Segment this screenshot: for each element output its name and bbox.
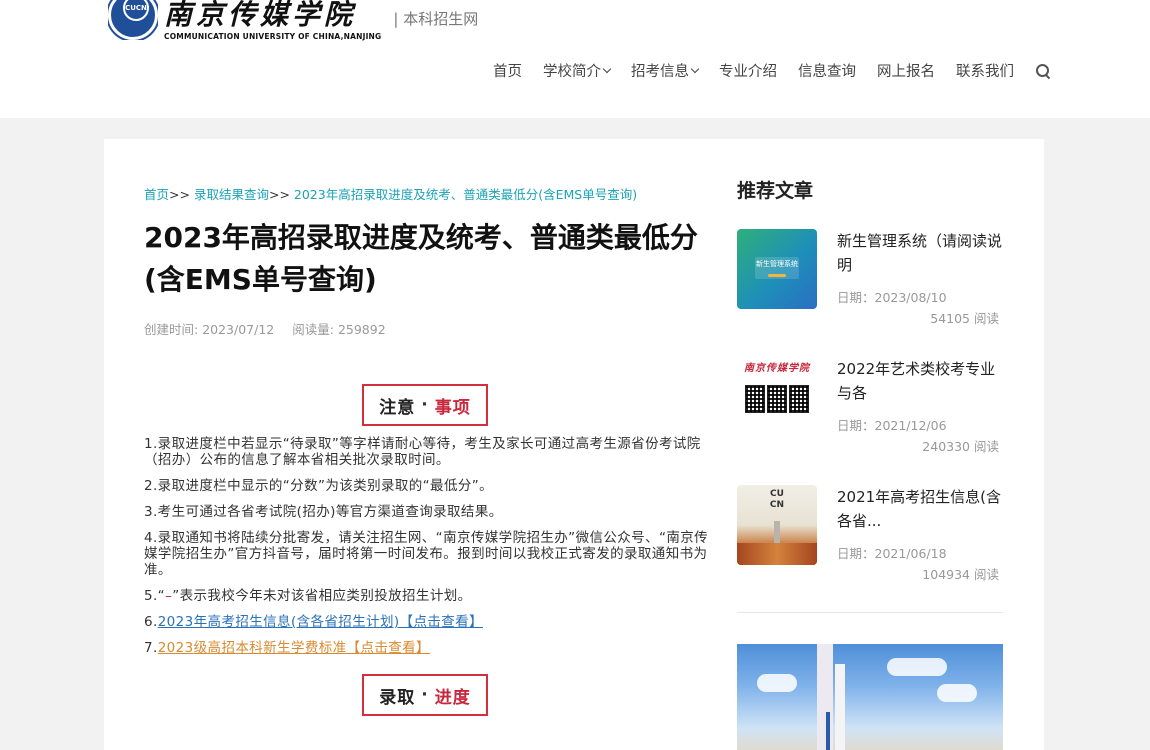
recommended-article[interactable]: CU CN 2021年高考招生信息(含各省... 日期：2021/06/18 1…: [737, 485, 1005, 582]
nav-item-about[interactable]: 学校简介: [543, 60, 612, 81]
breadcrumb: 首页>> 录取结果查询>> 2023年高招录取进度及统考、普通类最低分(含EMS…: [144, 187, 638, 202]
article-thumbnail[interactable]: 南京传媒学院: [737, 357, 817, 437]
page-title: 2023年高招录取进度及统考、普通类最低分(含EMS单号查询): [144, 221, 698, 296]
logo-english-name: COMMUNICATION UNIVERSITY OF CHINA,NANJIN…: [164, 32, 382, 41]
content-card: 首页>> 录取结果查询>> 2023年高招录取进度及统考、普通类最低分(含EMS…: [104, 139, 1044, 750]
notice-item: 3.考生可通过各省考试院(招办)等官方渠道查询录取结果。: [144, 504, 503, 520]
recommended-article-title[interactable]: 新生管理系统（请阅读说明: [837, 229, 1005, 277]
recommended-article[interactable]: 新生管理系统 新生管理系统（请阅读说明 日期：2023/08/10 54105 …: [737, 229, 1005, 326]
notice-item: 5.“–”表示我校今年未对该省相应类别投放招生计划。: [144, 588, 472, 604]
nav-item-home[interactable]: 首页: [493, 60, 522, 81]
nav-item-majors[interactable]: 专业介绍: [719, 60, 777, 81]
nav-item-contact[interactable]: 联系我们: [956, 60, 1014, 81]
notice-list: 1.录取进度栏中若显示“待录取”等字样请耐心等待，考生及家长可通过高考生源省份考…: [144, 436, 709, 666]
search-icon[interactable]: [1036, 63, 1050, 78]
recommended-article-title[interactable]: 2021年高考招生信息(含各省...: [837, 485, 1005, 533]
sidebar-divider: [737, 612, 1003, 613]
tuition-standard-link[interactable]: 2023级高招本科新生学费标准【点击查看】: [158, 640, 430, 656]
site-logo[interactable]: CUCN 南京传媒学院 COMMUNICATION UNIVERSITY OF …: [108, 0, 478, 41]
site-header: CUCN 南京传媒学院 COMMUNICATION UNIVERSITY OF …: [0, 0, 1150, 118]
recommended-article-date: 日期：2021/06/18: [837, 546, 947, 561]
breadcrumb-home[interactable]: 首页: [144, 187, 169, 202]
notice-item: 4.录取通知书将陆续分批寄发，请关注招生网、“南京传媒学院招生办”微信公众号、“…: [144, 530, 709, 578]
site-name: | 本科招生网: [393, 10, 479, 28]
nav-item-info-query[interactable]: 信息查询: [798, 60, 856, 81]
recommended-article[interactable]: 南京传媒学院 2022年艺术类校考专业与各 日期：2021/12/06 2403…: [737, 357, 1005, 454]
notice-heading: 注意 · 事项: [362, 384, 488, 426]
sidebar-title: 推荐文章: [737, 180, 814, 202]
nav-item-online-registration[interactable]: 网上报名: [877, 60, 935, 81]
notice-item: 6.2023年高考招生信息(含各省招生计划)【点击查看】: [144, 614, 483, 630]
article-meta: 创建时间: 2023/07/12 阅读量: 259892: [144, 322, 386, 337]
logo-chinese-name: 南京传媒学院: [164, 0, 357, 31]
main-nav: 首页 学校简介 招考信息 专业介绍 信息查询 网上报名 联系我们: [472, 60, 1050, 81]
breadcrumb-current[interactable]: 2023年高招录取进度及统考、普通类最低分(含EMS单号查询): [294, 187, 637, 202]
admission-info-link[interactable]: 2023年高考招生信息(含各省招生计划)【点击查看】: [158, 614, 483, 630]
recommended-article-date: 日期：2023/08/10: [837, 290, 947, 305]
chevron-down-icon: [602, 64, 612, 73]
article-thumbnail[interactable]: 新生管理系统: [737, 229, 817, 309]
created-date: 2023/07/12: [202, 322, 275, 337]
nav-item-admission-info[interactable]: 招考信息: [631, 60, 700, 81]
university-seal: CUCN: [108, 0, 158, 40]
admission-progress-heading: 录取 · 进度: [362, 674, 488, 716]
recommended-article-reads: 54105 阅读: [930, 311, 999, 326]
article-thumbnail[interactable]: CU CN: [737, 485, 817, 565]
recommended-article-title[interactable]: 2022年艺术类校考专业与各: [837, 357, 1005, 405]
notice-item: 2.录取进度栏中显示的“分数”为该类别录取的“最低分”。: [144, 478, 494, 494]
chevron-down-icon: [690, 64, 700, 73]
read-count: 259892: [337, 322, 386, 337]
recommended-article-reads: 240330 阅读: [922, 439, 999, 454]
notice-item: 7.2023级高招本科新生学费标准【点击查看】: [144, 640, 430, 656]
recommended-article-date: 日期：2021/12/06: [837, 418, 947, 433]
recommended-article-reads: 104934 阅读: [922, 567, 999, 582]
notice-item: 1.录取进度栏中若显示“待录取”等字样请耐心等待，考生及家长可通过高考生源省份考…: [144, 436, 701, 468]
breadcrumb-category[interactable]: 录取结果查询: [194, 187, 269, 202]
campus-banner-image[interactable]: [737, 644, 1003, 750]
